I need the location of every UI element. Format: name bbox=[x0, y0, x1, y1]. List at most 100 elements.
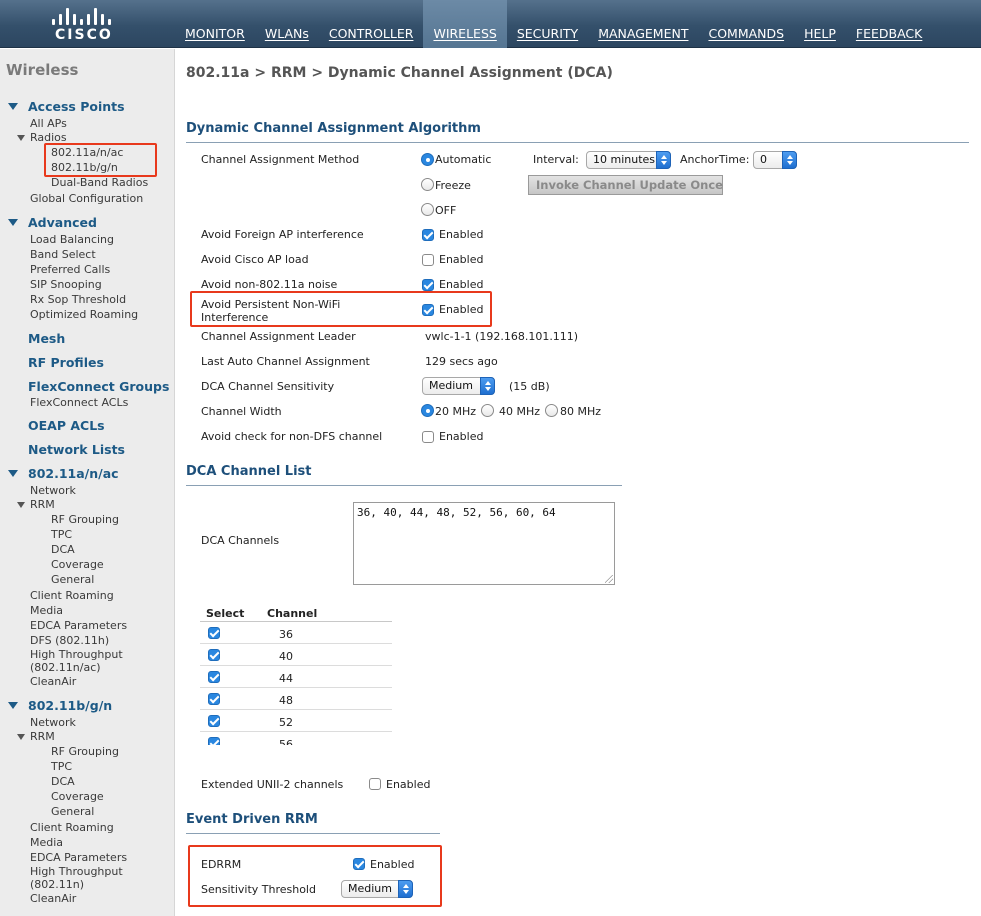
sidebar-b-cleanair[interactable]: CleanAir bbox=[30, 892, 76, 905]
sidebar-b-client-roaming[interactable]: Client Roaming bbox=[30, 821, 114, 834]
sidebar-sip-snooping[interactable]: SIP Snooping bbox=[30, 278, 102, 291]
nav-wlans[interactable]: WLANs bbox=[255, 0, 319, 48]
invoke-channel-update-button[interactable]: Invoke Channel Update Once bbox=[528, 175, 723, 195]
table-row: 44 bbox=[200, 666, 392, 688]
nav-commands[interactable]: COMMANDS bbox=[698, 0, 794, 48]
channel-list-title: DCA Channel List bbox=[186, 464, 622, 486]
interval-select[interactable]: 10 minutes bbox=[586, 151, 671, 169]
sidebar-b-coverage[interactable]: Coverage bbox=[51, 790, 104, 803]
sidebar-b-tpc[interactable]: TPC bbox=[51, 760, 72, 773]
width-40-radio[interactable] bbox=[481, 404, 494, 417]
nav-feedback[interactable]: FEEDBACK bbox=[846, 0, 932, 48]
dca-channels-textarea[interactable]: 36, 40, 44, 48, 52, 56, 60, 64 bbox=[353, 502, 615, 585]
interval-value: 10 minutes bbox=[593, 153, 656, 166]
sidebar-a-media[interactable]: Media bbox=[30, 604, 63, 617]
method-freeze-radio[interactable] bbox=[421, 178, 434, 191]
table-row: 36 bbox=[200, 622, 392, 644]
sidebar-a-high-throughput-sub[interactable]: (802.11n/ac) bbox=[30, 661, 101, 674]
sidebar-network-lists[interactable]: Network Lists bbox=[28, 442, 125, 457]
nondfs-label: Avoid check for non-DFS channel bbox=[201, 430, 383, 443]
nav-wireless[interactable]: WIRELESS bbox=[423, 0, 507, 48]
sidebar-b-media[interactable]: Media bbox=[30, 836, 63, 849]
sidebar-global-config[interactable]: Global Configuration bbox=[30, 192, 143, 205]
sidebar-access-points[interactable]: Access Points bbox=[8, 99, 125, 114]
sidebar: Wireless Access Points All APs Radios 80… bbox=[0, 49, 175, 916]
sidebar-b-rrm[interactable]: RRM bbox=[17, 730, 55, 743]
anchor-select[interactable]: 0 bbox=[753, 151, 797, 169]
nav-monitor[interactable]: MONITOR bbox=[175, 0, 255, 48]
nondfs-checkbox[interactable] bbox=[422, 431, 434, 443]
sidebar-a-dca[interactable]: DCA bbox=[51, 543, 75, 556]
sidebar-a-edca[interactable]: EDCA Parameters bbox=[30, 619, 127, 632]
channel-value: 48 bbox=[279, 694, 293, 707]
sidebar-rx-sop[interactable]: Rx Sop Threshold bbox=[30, 293, 126, 306]
sidebar-flexconnect-acls[interactable]: FlexConnect ACLs bbox=[30, 396, 128, 409]
nav-controller[interactable]: CONTROLLER bbox=[319, 0, 424, 48]
nondfs-enabled: Enabled bbox=[439, 430, 484, 443]
sidebar-advanced[interactable]: Advanced bbox=[8, 215, 97, 230]
sidebar-band-select[interactable]: Band Select bbox=[30, 248, 96, 261]
sidebar-a-tpc[interactable]: TPC bbox=[51, 528, 72, 541]
width-20-radio[interactable] bbox=[421, 404, 434, 417]
channel-checkbox[interactable] bbox=[208, 671, 220, 683]
dca-channels-label: DCA Channels bbox=[201, 534, 280, 547]
method-label: Channel Assignment Method bbox=[201, 153, 360, 166]
sidebar-load-balancing[interactable]: Load Balancing bbox=[30, 233, 114, 246]
sidebar-b-high-throughput[interactable]: High Throughput bbox=[30, 865, 123, 878]
sidebar-dual-band[interactable]: Dual-Band Radios bbox=[51, 176, 148, 189]
sidebar-a-dfs[interactable]: DFS (802.11h) bbox=[30, 634, 109, 647]
method-freeze-label: Freeze bbox=[435, 179, 471, 192]
sidebar-a-rrm[interactable]: RRM bbox=[17, 498, 55, 511]
sidebar-a-high-throughput[interactable]: High Throughput bbox=[30, 648, 123, 661]
sidebar-preferred-calls[interactable]: Preferred Calls bbox=[30, 263, 110, 276]
avoid-cisco-checkbox[interactable] bbox=[422, 254, 434, 266]
width-80-label: 80 MHz bbox=[560, 405, 602, 418]
sidebar-a-general[interactable]: General bbox=[51, 573, 94, 586]
avoid-cisco-label: Avoid Cisco AP load bbox=[201, 253, 309, 266]
avoid-noise-label: Avoid non-802.11a noise bbox=[201, 278, 338, 291]
channel-value: 36 bbox=[279, 628, 293, 641]
avoid-noise-checkbox[interactable] bbox=[422, 279, 434, 291]
sidebar-band-b[interactable]: 802.11b/g/n bbox=[7, 698, 112, 713]
method-off-radio[interactable] bbox=[421, 203, 434, 216]
last-auto-label: Last Auto Channel Assignment bbox=[201, 355, 370, 368]
unii-checkbox[interactable] bbox=[369, 778, 381, 790]
channel-checkbox[interactable] bbox=[208, 693, 220, 705]
sidebar-flexconnect-groups[interactable]: FlexConnect Groups bbox=[28, 379, 169, 394]
sidebar-b-network[interactable]: Network bbox=[30, 716, 76, 729]
algo-section-title: Dynamic Channel Assignment Algorithm bbox=[186, 121, 969, 143]
sidebar-optimized-roaming[interactable]: Optimized Roaming bbox=[30, 308, 138, 321]
sidebar-a-network[interactable]: Network bbox=[30, 484, 76, 497]
sidebar-b-general[interactable]: General bbox=[51, 805, 94, 818]
nav-security[interactable]: SECURITY bbox=[507, 0, 588, 48]
nav-help[interactable]: HELP bbox=[794, 0, 846, 48]
sensitivity-select[interactable]: Medium bbox=[422, 377, 495, 395]
sidebar-a-client-roaming[interactable]: Client Roaming bbox=[30, 589, 114, 602]
width-20-label: 20 MHz bbox=[435, 405, 477, 418]
sidebar-a-rf-grouping[interactable]: RF Grouping bbox=[51, 513, 119, 526]
sidebar-all-aps[interactable]: All APs bbox=[30, 117, 67, 130]
sidebar-b-dca[interactable]: DCA bbox=[51, 775, 75, 788]
channel-checkbox[interactable] bbox=[208, 649, 220, 661]
sidebar-mesh[interactable]: Mesh bbox=[28, 331, 65, 346]
sidebar-b-high-throughput-sub[interactable]: (802.11n) bbox=[30, 878, 84, 891]
method-automatic-radio[interactable] bbox=[421, 153, 434, 166]
sidebar-a-cleanair[interactable]: CleanAir bbox=[30, 675, 76, 688]
channel-checkbox[interactable] bbox=[208, 737, 220, 745]
avoid-foreign-checkbox[interactable] bbox=[422, 229, 434, 241]
sidebar-rf-profiles[interactable]: RF Profiles bbox=[28, 355, 104, 370]
nonwifi-highlight-box bbox=[190, 291, 492, 327]
method-off-label: OFF bbox=[435, 204, 457, 217]
sidebar-a-coverage[interactable]: Coverage bbox=[51, 558, 104, 571]
channel-checkbox[interactable] bbox=[208, 715, 220, 727]
sidebar-b-rf-grouping[interactable]: RF Grouping bbox=[51, 745, 119, 758]
channel-checkbox[interactable] bbox=[208, 627, 220, 639]
width-80-radio[interactable] bbox=[545, 404, 558, 417]
leader-value: vwlc-1-1 (192.168.101.111) bbox=[425, 330, 579, 343]
sidebar-band-a[interactable]: 802.11a/n/ac bbox=[8, 466, 119, 481]
sidebar-oeap-acls[interactable]: OEAP ACLs bbox=[28, 418, 105, 433]
sidebar-b-edca[interactable]: EDCA Parameters bbox=[30, 851, 127, 864]
main-content: 802.11a > RRM > Dynamic Channel Assignme… bbox=[176, 49, 981, 916]
nav-management[interactable]: MANAGEMENT bbox=[588, 0, 698, 48]
last-auto-value: 129 secs ago bbox=[425, 355, 498, 368]
